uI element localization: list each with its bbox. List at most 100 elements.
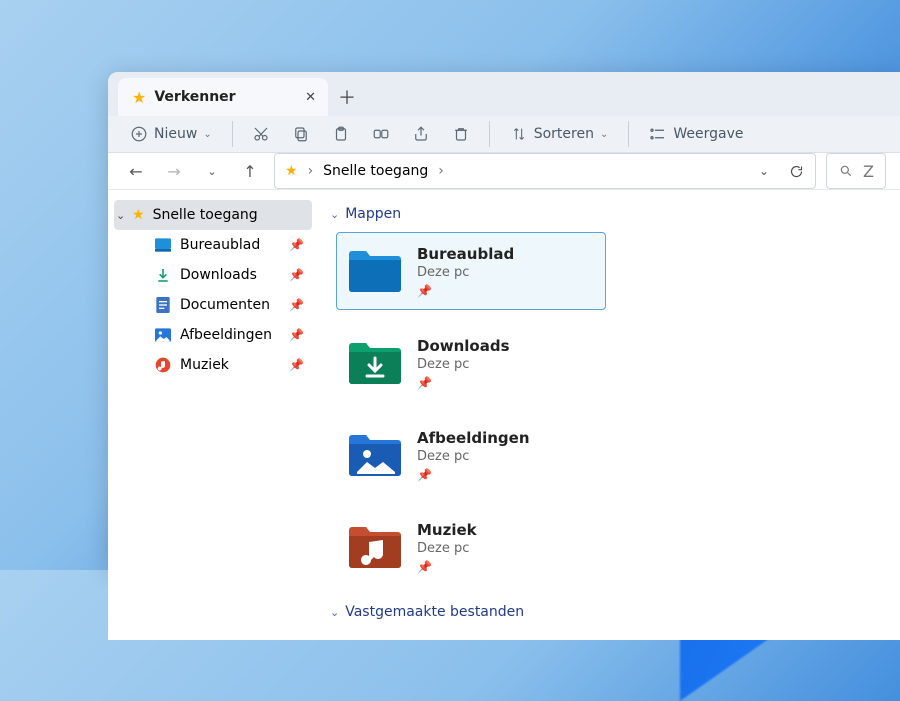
document-icon (154, 296, 172, 314)
new-tab-button[interactable]: ＋ (328, 78, 366, 116)
pin-icon: 📌 (417, 468, 530, 482)
sort-icon (510, 125, 528, 143)
delete-button[interactable] (443, 116, 479, 152)
new-label: Nieuw (154, 126, 197, 142)
chevron-down-icon[interactable]: ⌄ (116, 209, 125, 222)
sidebar-item-music[interactable]: Muziek 📌 (114, 350, 312, 380)
star-icon: ★ (132, 207, 145, 223)
address-bar[interactable]: ★ › Snelle toegang › ⌄ (274, 153, 816, 189)
star-icon: ★ (132, 88, 146, 107)
breadcrumb-separator: › (308, 163, 314, 179)
folder-pictures-icon (347, 432, 403, 478)
folder-card-afbeeldingen[interactable]: Afbeeldingen Deze pc 📌 (336, 416, 606, 494)
section-pinned-files[interactable]: ⌄ Vastgemaakte bestanden (330, 604, 892, 620)
sidebar-item-desktop[interactable]: Bureaublad 📌 (114, 230, 312, 260)
folder-subtitle: Deze pc (417, 449, 530, 464)
folder-subtitle: Deze pc (417, 541, 477, 556)
folder-desktop-icon (347, 248, 403, 294)
sidebar: ⌄ ★ Snelle toegang Bureaublad 📌 Download… (108, 190, 318, 640)
sidebar-item-label: Afbeeldingen (180, 327, 272, 343)
picture-icon (154, 326, 172, 344)
close-icon[interactable]: ✕ (305, 90, 316, 105)
refresh-icon[interactable] (787, 162, 805, 180)
search-box[interactable]: Z (826, 153, 886, 189)
recent-dropdown[interactable]: ⌄ (198, 157, 226, 185)
pin-icon: 📌 (417, 560, 477, 574)
sidebar-item-label: Bureaublad (180, 237, 260, 253)
chevron-down-icon: ⌄ (330, 208, 339, 221)
download-icon (154, 266, 172, 284)
folder-card-downloads[interactable]: Downloads Deze pc 📌 (336, 324, 606, 402)
pin-icon: 📌 (417, 284, 514, 298)
back-button[interactable]: ← (122, 157, 150, 185)
sidebar-item-pictures[interactable]: Afbeeldingen 📌 (114, 320, 312, 350)
desktop-icon (154, 236, 172, 254)
explorer-window: ★ Verkenner ✕ ＋ Nieuw ⌄ (108, 72, 900, 570)
copy-button[interactable] (283, 116, 319, 152)
view-icon (649, 125, 667, 143)
address-row: ← → ⌄ ↑ ★ › Snelle toegang › ⌄ Z (108, 153, 900, 190)
folder-subtitle: Deze pc (417, 265, 514, 280)
plus-circle-icon (130, 125, 148, 143)
trash-icon (452, 125, 470, 143)
folder-card-bureaublad[interactable]: Bureaublad Deze pc 📌 (336, 232, 606, 310)
chevron-down-icon: ⌄ (600, 129, 608, 140)
cut-button[interactable] (243, 116, 279, 152)
share-button[interactable] (403, 116, 439, 152)
breadcrumb-root[interactable]: Snelle toegang (323, 163, 428, 179)
folder-music-icon (347, 524, 403, 570)
sidebar-item-label: Muziek (180, 357, 229, 373)
star-icon: ★ (285, 163, 298, 179)
pin-icon: 📌 (289, 298, 304, 312)
tab-title: Verkenner (154, 89, 235, 105)
scissors-icon (252, 125, 270, 143)
up-button[interactable]: ↑ (236, 157, 264, 185)
pin-icon: 📌 (417, 376, 510, 390)
pin-icon: 📌 (289, 328, 304, 342)
sidebar-item-downloads[interactable]: Downloads 📌 (114, 260, 312, 290)
folder-title: Afbeeldingen (417, 429, 530, 447)
chevron-down-icon[interactable]: ⌄ (759, 164, 769, 178)
view-button[interactable]: Weergave (639, 116, 753, 152)
pin-icon: 📌 (289, 358, 304, 372)
view-label: Weergave (673, 126, 743, 142)
new-button[interactable]: Nieuw ⌄ (120, 116, 222, 152)
folder-card-muziek[interactable]: Muziek Deze pc 📌 (336, 508, 606, 586)
sidebar-item-label: Documenten (180, 297, 270, 313)
chevron-down-icon: ⌄ (330, 606, 339, 619)
pin-icon: 📌 (289, 268, 304, 282)
sidebar-item-label: Downloads (180, 267, 257, 283)
forward-button[interactable]: → (160, 157, 188, 185)
rename-button[interactable] (363, 116, 399, 152)
toolbar: Nieuw ⌄ (108, 116, 900, 153)
folder-subtitle: Deze pc (417, 357, 510, 372)
sidebar-item-quick-access[interactable]: ⌄ ★ Snelle toegang (114, 200, 312, 230)
section-label: Vastgemaakte bestanden (345, 604, 524, 620)
share-icon (412, 125, 430, 143)
sort-button[interactable]: Sorteren ⌄ (500, 116, 619, 152)
music-icon (154, 356, 172, 374)
chevron-down-icon: ⌄ (203, 129, 211, 140)
content-area: ⌄ Mappen Bureaublad Deze pc 📌 (318, 190, 900, 640)
body: ⌄ ★ Snelle toegang Bureaublad 📌 Download… (108, 190, 900, 640)
search-icon (837, 162, 855, 180)
sidebar-root-label: Snelle toegang (153, 207, 258, 223)
section-folders[interactable]: ⌄ Mappen (330, 206, 892, 222)
folder-title: Bureaublad (417, 245, 514, 263)
rename-icon (372, 125, 390, 143)
sort-label: Sorteren (534, 126, 594, 142)
sidebar-item-documents[interactable]: Documenten 📌 (114, 290, 312, 320)
paste-button[interactable] (323, 116, 359, 152)
breadcrumb-separator: › (438, 163, 444, 179)
copy-icon (292, 125, 310, 143)
folder-title: Muziek (417, 521, 477, 539)
tab-verkenner[interactable]: ★ Verkenner ✕ (118, 78, 328, 116)
tab-strip: ★ Verkenner ✕ ＋ (108, 72, 900, 116)
folder-title: Downloads (417, 337, 510, 355)
search-placeholder: Z (863, 162, 874, 181)
section-label: Mappen (345, 206, 401, 222)
pin-icon: 📌 (289, 238, 304, 252)
folder-downloads-icon (347, 340, 403, 386)
clipboard-icon (332, 125, 350, 143)
folder-grid: Bureaublad Deze pc 📌 Downloads Deze pc 📌 (326, 232, 892, 586)
